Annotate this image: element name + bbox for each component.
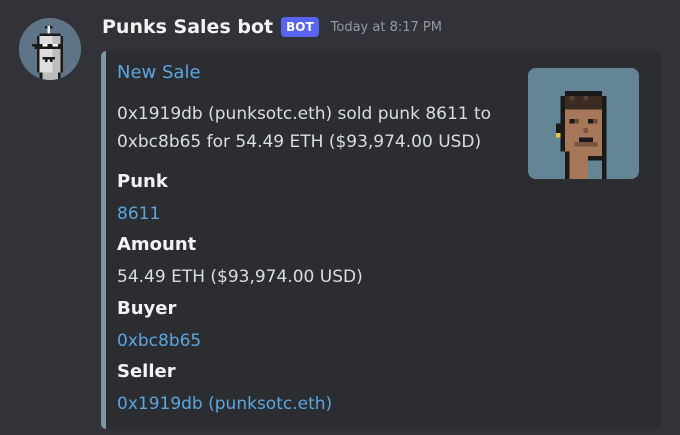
- chat-message: Punks Sales bot BOT Today at 8:17 PM New…: [0, 0, 680, 435]
- embed-thumbnail[interactable]: [528, 68, 639, 179]
- field-name-punk: Punk: [117, 171, 168, 192]
- field-value-amount: 54.49 ETH ($93,974.00 USD): [117, 267, 363, 287]
- message-timestamp[interactable]: Today at 8:17 PM: [331, 20, 442, 35]
- field-name-amount: Amount: [117, 234, 197, 255]
- field-name-buyer: Buyer: [117, 298, 177, 319]
- embed-title[interactable]: New Sale: [117, 62, 201, 83]
- message-header: Punks Sales bot BOT Today at 8:17 PM: [102, 13, 442, 41]
- embed-accent-bar: [101, 51, 106, 429]
- field-name-seller: Seller: [117, 361, 176, 382]
- cryptopunk-icon: [528, 68, 639, 179]
- sale-embed: New Sale 0x1919db (punksotc.eth) sold pu…: [101, 51, 661, 429]
- robot-punk-icon: [19, 18, 81, 80]
- field-value-punk-link[interactable]: 8611: [117, 204, 160, 224]
- bot-badge: BOT: [281, 17, 319, 37]
- bot-avatar[interactable]: [19, 18, 81, 80]
- embed-description: 0x1919db (punksotc.eth) sold punk 8611 t…: [117, 104, 492, 152]
- field-value-seller-link[interactable]: 0x1919db (punksotc.eth): [117, 394, 332, 414]
- author-name[interactable]: Punks Sales bot: [102, 16, 273, 38]
- field-value-buyer-link[interactable]: 0xbc8b65: [117, 331, 201, 351]
